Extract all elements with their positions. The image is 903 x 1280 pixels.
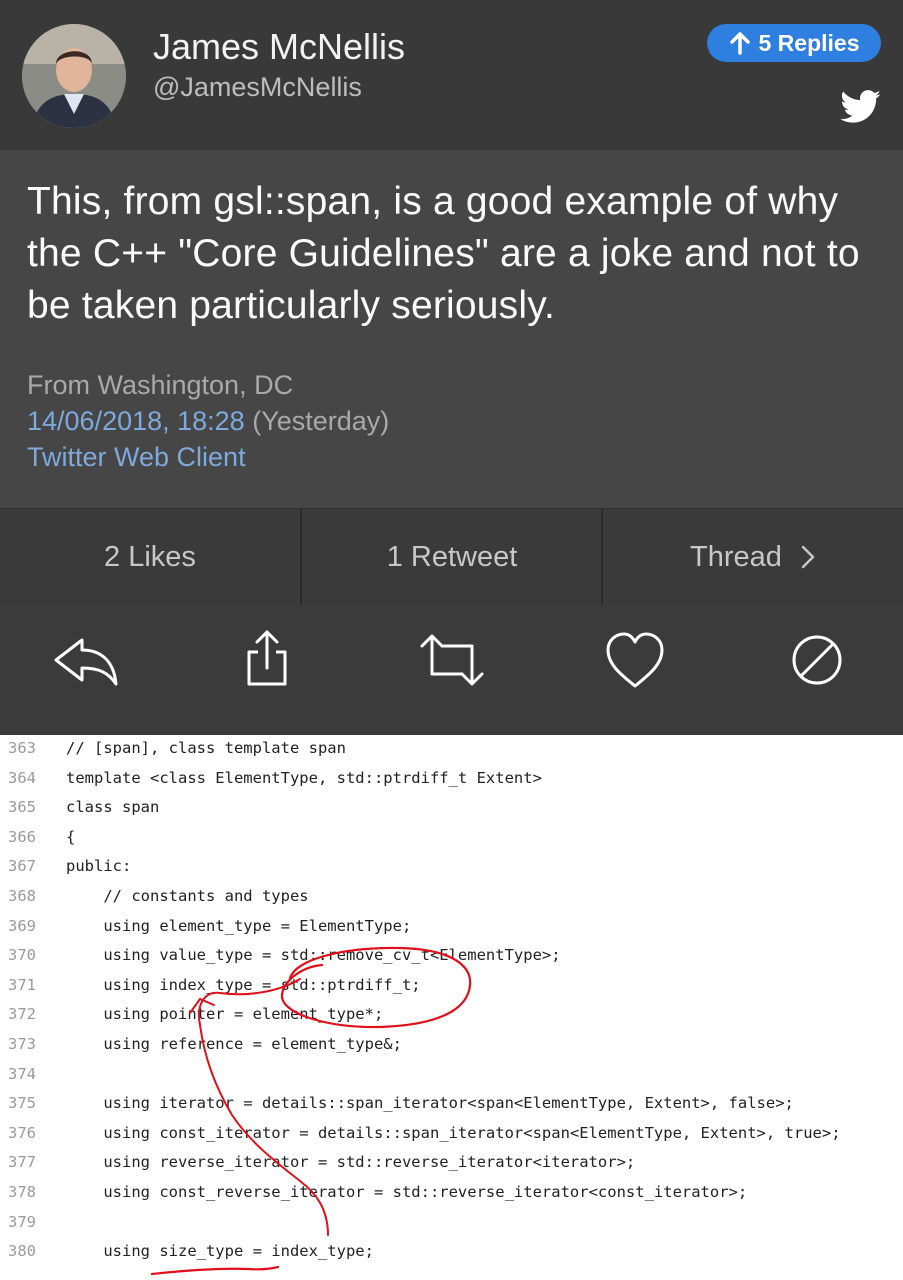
chevron-right-icon bbox=[801, 545, 815, 569]
code-text: using element_type = ElementType; bbox=[66, 916, 412, 935]
retweet-icon[interactable] bbox=[416, 628, 488, 692]
tweet-text: This, from gsl::span, is a good example … bbox=[27, 180, 860, 327]
code-line: 370 using value_type = std::remove_cv_t<… bbox=[0, 946, 903, 976]
code-line: 365 class span bbox=[0, 798, 903, 828]
stats-bar: 2 Likes 1 Retweet Thread bbox=[0, 508, 903, 606]
user-name[interactable]: James McNellis bbox=[153, 26, 405, 68]
line-number: 378 bbox=[8, 1183, 36, 1201]
share-icon[interactable] bbox=[232, 628, 302, 692]
line-number: 364 bbox=[8, 768, 36, 787]
code-line: 368 // constants and types bbox=[0, 887, 903, 917]
code-line: 380 using size_type = index_type; bbox=[0, 1242, 903, 1272]
code-text: public: bbox=[66, 857, 132, 876]
line-number: 375 bbox=[8, 1094, 36, 1113]
code-line: 379 bbox=[0, 1213, 903, 1243]
tweet-location: From Washington, DC bbox=[27, 370, 294, 400]
code-text: using size_type = index_type; bbox=[66, 1242, 374, 1261]
code-text: using reference = element_type&; bbox=[66, 1035, 402, 1053]
user-handle[interactable]: @JamesMcNellis bbox=[153, 72, 362, 103]
code-line: 367 public: bbox=[0, 857, 903, 887]
code-line: 369 using element_type = ElementType; bbox=[0, 917, 903, 947]
code-text: // constants and types bbox=[66, 887, 309, 905]
twitter-bird-icon bbox=[840, 90, 881, 123]
line-number: 369 bbox=[8, 916, 36, 935]
line-number: 379 bbox=[8, 1212, 36, 1231]
line-number: 370 bbox=[8, 946, 36, 965]
line-number: 377 bbox=[8, 1153, 36, 1172]
tweet-date-note: (Yesterday) bbox=[252, 406, 390, 436]
code-text: using const_reverse_iterator = std::reve… bbox=[66, 1183, 748, 1201]
code-line: 374 bbox=[0, 1065, 903, 1095]
line-number: 365 bbox=[8, 798, 36, 817]
code-text: using const_iterator = details::span_ite… bbox=[66, 1123, 841, 1142]
tweet-client[interactable]: Twitter Web Client bbox=[27, 442, 246, 473]
thread-label: Thread bbox=[690, 540, 782, 573]
line-number: 376 bbox=[8, 1123, 36, 1142]
code-line: 371 using index_type = std::ptrdiff_t; bbox=[0, 976, 903, 1006]
code-line: 378 using const_reverse_iterator = std::… bbox=[0, 1183, 903, 1213]
code-line: 363 // [span], class template span bbox=[0, 739, 903, 769]
retweets-count[interactable]: 1 Retweet bbox=[302, 509, 602, 605]
line-number: 371 bbox=[8, 975, 36, 994]
tweet-date[interactable]: 14/06/2018, 18:28 bbox=[27, 406, 245, 436]
tweet-header: James McNellis @JamesMcNellis 5 Replies bbox=[0, 0, 903, 150]
block-icon[interactable] bbox=[782, 628, 852, 692]
code-text: // [span], class template span bbox=[66, 739, 346, 757]
line-number: 373 bbox=[8, 1035, 36, 1053]
code-line: 376 using const_iterator = details::span… bbox=[0, 1124, 903, 1154]
code-text: using pointer = element_type*; bbox=[66, 1005, 384, 1024]
line-number: 363 bbox=[8, 739, 36, 757]
tweet-timestamp: 14/06/2018, 18:28 (Yesterday) bbox=[27, 406, 389, 437]
arrow-up-icon bbox=[729, 32, 750, 55]
likes-count[interactable]: 2 Likes bbox=[0, 509, 300, 605]
code-line: 372 using pointer = element_type*; bbox=[0, 1005, 903, 1035]
line-number: 380 bbox=[8, 1242, 36, 1261]
code-image[interactable]: 363 // [span], class template span 364 temp… bbox=[0, 735, 903, 1280]
code-line: 366 { bbox=[0, 828, 903, 858]
line-number: 367 bbox=[8, 857, 36, 876]
code-text: template <class ElementType, std::ptrdif… bbox=[66, 768, 542, 787]
line-number: 374 bbox=[8, 1064, 36, 1083]
code-line: 375 using iterator = details::span_itera… bbox=[0, 1094, 903, 1124]
code-text: using index_type = std::ptrdiff_t; bbox=[66, 975, 421, 994]
code-line: 377 using reverse_iterator = std::revers… bbox=[0, 1153, 903, 1183]
code-text: using iterator = details::span_iterator<… bbox=[66, 1094, 794, 1113]
code-line: 373 using reference = element_type&; bbox=[0, 1035, 903, 1065]
replies-label: 5 Replies bbox=[758, 29, 860, 56]
code-text: using reverse_iterator = std::reverse_it… bbox=[66, 1153, 636, 1172]
code-text: using value_type = std::remove_cv_t<Elem… bbox=[66, 946, 561, 965]
line-number: 366 bbox=[8, 827, 36, 846]
code-text: { bbox=[66, 827, 76, 846]
replies-button[interactable]: 5 Replies bbox=[707, 24, 881, 62]
line-number: 368 bbox=[8, 887, 36, 905]
avatar[interactable] bbox=[22, 24, 126, 128]
line-number: 372 bbox=[8, 1005, 36, 1024]
like-icon[interactable] bbox=[600, 628, 670, 692]
code-text: class span bbox=[66, 798, 160, 817]
thread-button[interactable]: Thread bbox=[603, 509, 903, 605]
avatar-image bbox=[22, 24, 126, 128]
code-line: 364 template <class ElementType, std::ptr… bbox=[0, 769, 903, 799]
reply-icon[interactable] bbox=[52, 628, 122, 692]
